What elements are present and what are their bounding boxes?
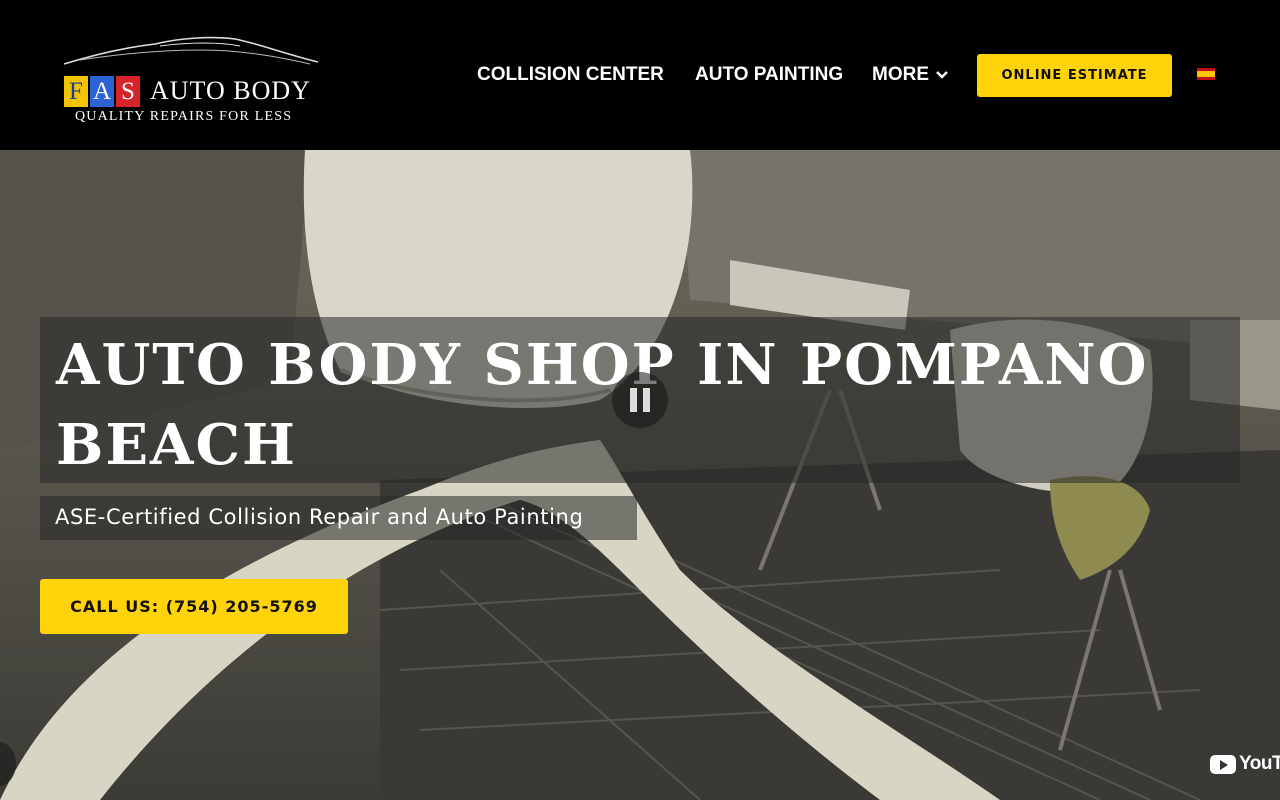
site-header: F A S AUTO BODY QUALITY REPAIRS FOR LESS… xyxy=(0,0,1280,150)
logo-letter-f: F xyxy=(64,76,88,107)
fas-auto-body-logo[interactable]: F A S AUTO BODY QUALITY REPAIRS FOR LESS xyxy=(60,34,322,130)
pause-icon[interactable] xyxy=(612,372,668,428)
call-us-button[interactable]: CALL US: (754) 205-5769 xyxy=(40,579,348,634)
nav-more[interactable]: MORE xyxy=(872,64,949,86)
youtube-watermark[interactable]: YouTu xyxy=(1210,753,1280,775)
nav-collision-center[interactable]: COLLISION CENTER xyxy=(477,64,664,86)
logo-letter-s: S xyxy=(116,76,140,107)
car-silhouette-icon xyxy=(63,36,319,65)
spanish-flag-icon[interactable] xyxy=(1197,68,1215,80)
hero-title: AUTO BODY SHOP IN POMPANO BEACH xyxy=(56,332,1149,478)
nav-more-label: MORE xyxy=(872,64,929,85)
youtube-label: YouTu xyxy=(1239,753,1280,774)
logo-tagline: QUALITY REPAIRS FOR LESS xyxy=(75,109,293,124)
nav-auto-painting[interactable]: AUTO PAINTING xyxy=(695,64,843,86)
logo-name: AUTO BODY xyxy=(150,76,311,105)
hero-subtitle-box: ASE-Certified Collision Repair and Auto … xyxy=(40,496,637,540)
logo-letters: F A S xyxy=(64,76,142,107)
logo-letter-a: A xyxy=(90,76,114,107)
youtube-play-icon xyxy=(1210,754,1236,774)
online-estimate-button[interactable]: ONLINE ESTIMATE xyxy=(977,54,1172,97)
hero-video: AUTO BODY SHOP IN POMPANO BEACH ASE-Cert… xyxy=(0,150,1280,800)
hero-subtitle: ASE-Certified Collision Repair and Auto … xyxy=(55,505,584,529)
chevron-down-icon xyxy=(936,71,948,79)
